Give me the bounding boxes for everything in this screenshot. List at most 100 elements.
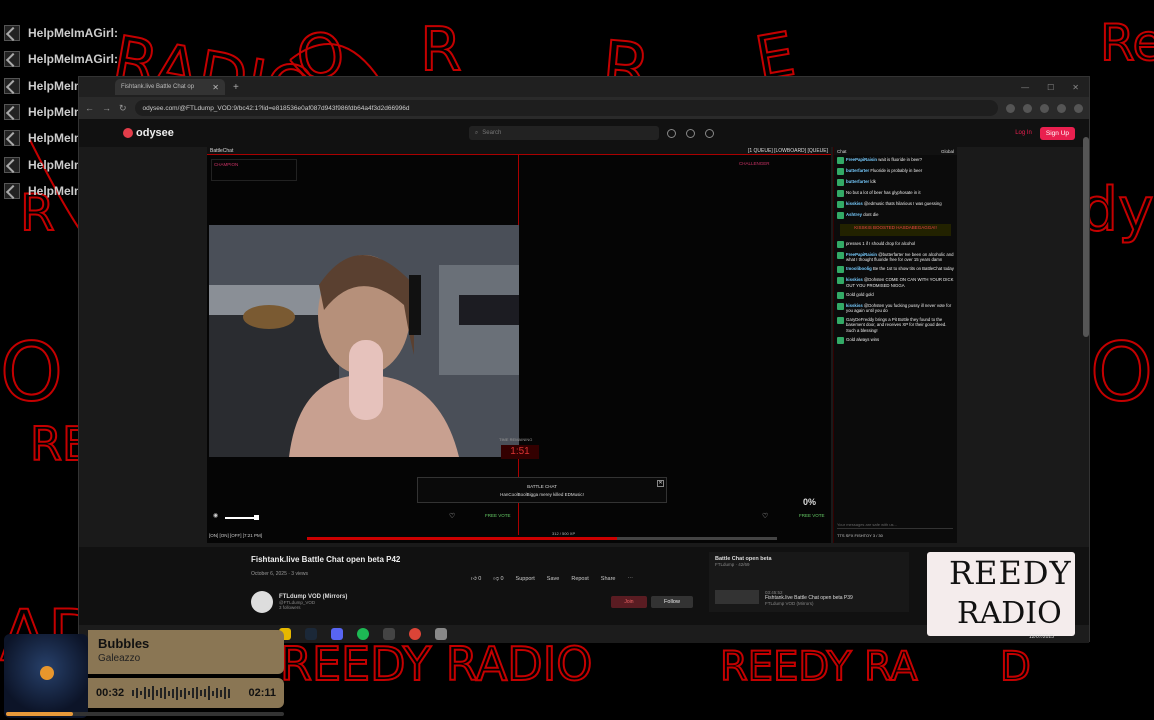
chat-avatar [837,179,844,186]
video-player[interactable]: BattleChat [1 QUEUE] [LOWBOARD] [QUEUE] … [207,147,831,543]
reedy-radio-card: REEDY RADIO [927,552,1075,636]
like-button[interactable]: 👍︎ 0 [471,576,481,582]
address-bar-row: ← → ↻ odysee.com/@FTLdump_VOD:9/bc42:1?l… [79,97,1089,119]
reload-icon[interactable]: ↻ [119,103,127,114]
heart-icon[interactable]: ♡ [449,512,455,520]
save-button[interactable]: Save [547,576,560,582]
site-logo[interactable]: odysee [123,127,174,139]
champion-overlay: CHAMPION [211,159,297,181]
minimize-icon[interactable]: — [1021,83,1029,92]
svg-text:dy: dy [1080,175,1154,245]
dislike-button[interactable]: 👎︎ 0 [493,576,503,582]
svg-text:Ree: Ree [1100,14,1154,72]
chat-username[interactable]: Ashtrey [846,212,863,217]
chat-tab[interactable]: Chat [837,149,847,154]
global-tab[interactable]: Global [941,149,954,154]
waveform-bar [200,690,203,696]
chat-username[interactable]: tmooliboolig [846,266,873,271]
more-icon[interactable]: ⋯ [627,576,633,582]
playlist-thumbnail [715,590,759,604]
chat-text: presses 1 if I should drop for alcohol [846,241,916,246]
chat-text: Be the 1st to show tits on BattleChat to… [872,266,954,272]
elapsed-time: 00:32 [96,687,125,699]
chat-avatar [837,190,844,197]
free-vote-button-left[interactable]: FREE VOTE [485,513,511,518]
signup-button[interactable]: Sign Up [1039,126,1075,140]
help-icon[interactable] [704,128,714,138]
forward-icon[interactable]: → [102,103,111,113]
maximize-icon[interactable]: ☐ [1047,83,1054,92]
chat-text: ldk [870,179,876,184]
boost-banner: KISSKIS BOOSTED HASDABEGAGGA!! [840,224,951,236]
chat-message-body: Gold always wins [846,337,879,344]
chat-avatar [837,291,844,299]
extension-icon[interactable] [1040,103,1049,113]
login-link[interactable]: Log In [1015,130,1032,136]
support-button[interactable]: Support [516,576,535,582]
heart-icon[interactable]: ♡ [762,512,768,520]
profile-icon[interactable] [1057,103,1066,113]
chat-messages-2: presses 1 if I should drop for alcohol Fr… [834,239,957,346]
search-input[interactable]: ⌕ Search [468,126,659,140]
chat-message: No but a lot of beer has glyphosate in i… [834,188,957,199]
album-art-sun [40,666,54,680]
close-icon[interactable]: ✕ [657,480,664,487]
steam-icon[interactable] [305,628,317,640]
chat-bottom-bar: TTS SFX FISHTOY 3 / 30 [837,533,883,538]
follow-button[interactable]: Follow [651,596,693,608]
address-bar[interactable]: odysee.com/@FTLdump_VOD:9/bc42:1?lid=e81… [134,100,998,116]
chat-avatar [837,157,844,164]
chat-message-body: FreePapiRaisin wait is fluoride in beer? [846,157,922,164]
chrome-icon[interactable] [409,628,421,640]
back-icon[interactable]: ← [85,103,94,113]
bookmark-star-icon[interactable] [1023,103,1032,113]
new-tab-icon[interactable]: + [233,82,239,93]
chat-avatar [837,277,844,285]
settings-icon[interactable] [685,128,695,138]
discord-icon[interactable] [331,628,343,640]
share-button[interactable]: Share [601,576,616,582]
reedy-line2: RADIO [957,596,1062,631]
waveform-bar [188,691,191,695]
chat-username[interactable]: butterfarter [846,168,870,173]
zoom-icon[interactable] [1006,103,1015,113]
twitch-icon [4,182,20,199]
stream-chat-panel: Chat Global FreePapiRaisin wait is fluor… [833,147,957,543]
waveform-bar [172,688,175,698]
close-tab-icon[interactable]: ✕ [212,83,219,92]
free-vote-button-right[interactable]: FREE VOTE [799,513,825,518]
song-artist: Galeazzo [98,653,141,664]
twitch-icon [4,51,20,68]
chat-username[interactable]: FreePapiRaisin [846,157,878,162]
scrollbar[interactable] [1083,137,1089,337]
waveform-bar [208,686,211,700]
chat-avatar [837,212,844,219]
battle-text: HanCoolBoolBigga merey killed EDMusic! [500,492,584,497]
chat-message: tmooliboolig Be the 1st to show tits on … [834,264,957,275]
menu-icon[interactable] [1074,103,1083,113]
chat-avatar [837,266,844,274]
app-icon[interactable] [435,628,447,640]
spotify-icon[interactable] [357,628,369,640]
close-window-icon[interactable]: ✕ [1072,83,1079,92]
repost-button[interactable]: Repost [571,576,588,582]
theme-icon[interactable] [666,128,676,138]
volume-slider[interactable] [225,515,259,520]
site-header: odysee ⌕ Search Log In Sign Up [79,119,1089,147]
chat-username[interactable]: butterfarter [846,179,870,184]
player-top-bar: BattleChat [1 QUEUE] [LOWBOARD] [QUEUE] [207,147,831,155]
waveform-bar [180,689,183,697]
playlist-item[interactable]: 03:45:52 Fishtank.live Battle Chat open … [715,590,853,606]
join-button[interactable]: Join [611,596,647,608]
obs-icon[interactable] [383,628,395,640]
chat-message: butterfarter ldk [834,177,957,188]
waveform-bar [132,690,135,696]
chat-text: Fluoride is probably in beer [870,168,923,173]
waveform-bar [204,689,207,697]
volume-icon[interactable]: ◉ [213,512,218,519]
channel-avatar[interactable] [251,591,273,613]
xp-progress-fill [307,537,618,540]
browser-tab[interactable]: Fishtank.live Battle Chat op ✕ [115,79,225,95]
chat-input[interactable]: Your messages are safe with us... [837,522,953,529]
chat-username[interactable]: kisskiss [846,201,864,206]
